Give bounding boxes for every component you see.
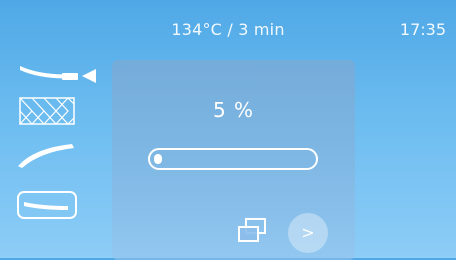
sidebar-item-straight-handpiece[interactable] [12, 54, 102, 90]
progress-percentage: 5 % [212, 98, 255, 122]
next-button[interactable]: > [288, 213, 328, 253]
program-label: 134°C / 3 min [171, 20, 285, 39]
progress-panel: 5 % > [112, 60, 355, 260]
selection-arrow-icon [82, 69, 96, 83]
clock: 17:35 [399, 20, 446, 39]
copy-icon[interactable] [237, 217, 267, 245]
sidebar-item-contra-angle-handpiece[interactable] [12, 138, 102, 174]
sidebar-item-tray[interactable] [12, 94, 102, 130]
progress-bar-fill [154, 154, 162, 164]
sidebar [0, 40, 110, 250]
tray-icon [19, 97, 75, 125]
progress-bar [148, 148, 318, 170]
sidebar-item-turbine-handpiece[interactable] [12, 186, 102, 222]
straight-handpiece-icon [20, 66, 96, 83]
contra-angle-handpiece-icon [18, 144, 74, 168]
turbine-handpiece-icon [17, 191, 77, 219]
